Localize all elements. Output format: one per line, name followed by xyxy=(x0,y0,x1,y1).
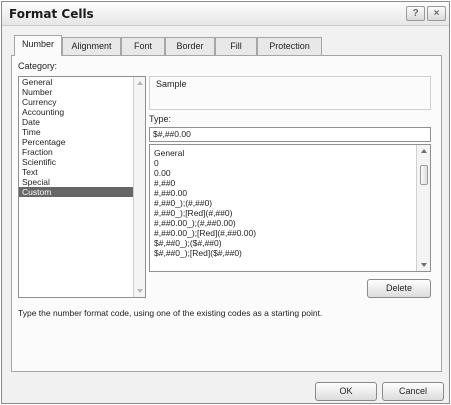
category-item-general[interactable]: General xyxy=(19,77,145,87)
help-icon: ? xyxy=(412,8,419,19)
type-label: Type: xyxy=(149,114,172,124)
category-item-date[interactable]: Date xyxy=(19,117,145,127)
scroll-up-icon[interactable] xyxy=(137,81,143,85)
help-button[interactable]: ? xyxy=(406,6,425,21)
format-cells-dialog: Format Cells ? × Number Alignment Font B… xyxy=(1,1,450,404)
category-item-scientific[interactable]: Scientific xyxy=(19,157,145,167)
scroll-thumb[interactable] xyxy=(420,165,428,185)
tab-font[interactable]: Font xyxy=(121,37,165,55)
type-item[interactable]: $#,##0_);($#,##0) xyxy=(150,238,430,248)
category-item-fraction[interactable]: Fraction xyxy=(19,147,145,157)
category-item-percentage[interactable]: Percentage xyxy=(19,137,145,147)
category-list[interactable]: General Number Currency Accounting Date … xyxy=(18,76,146,298)
close-button[interactable]: × xyxy=(427,6,446,21)
sample-label: Sample xyxy=(156,79,187,89)
type-item[interactable]: #,##0.00 xyxy=(150,188,430,198)
title-bar[interactable]: Format Cells ? × xyxy=(2,2,449,26)
category-item-text[interactable]: Text xyxy=(19,167,145,177)
sample-group: Sample xyxy=(149,76,431,110)
type-item[interactable]: #,##0_);[Red](#,##0) xyxy=(150,208,430,218)
cancel-button[interactable]: Cancel xyxy=(382,382,444,401)
tab-fill[interactable]: Fill xyxy=(215,37,257,55)
close-icon: × xyxy=(433,8,440,19)
type-item[interactable]: #,##0.00_);(#,##0.00) xyxy=(150,218,430,228)
type-item[interactable]: #,##0 xyxy=(150,178,430,188)
scroll-down-icon[interactable] xyxy=(137,289,143,293)
type-item[interactable]: #,##0_);(#,##0) xyxy=(150,198,430,208)
tab-border[interactable]: Border xyxy=(165,37,215,55)
delete-button[interactable]: Delete xyxy=(367,279,431,298)
category-item-number[interactable]: Number xyxy=(19,87,145,97)
category-label: Category: xyxy=(18,61,58,71)
number-tab-panel: Category: General Number Currency Accoun… xyxy=(11,55,442,372)
tab-protection[interactable]: Protection xyxy=(257,37,322,55)
scroll-down-icon[interactable] xyxy=(421,263,427,267)
type-scrollbar[interactable] xyxy=(416,145,430,271)
scroll-up-icon[interactable] xyxy=(421,149,427,153)
type-format-list[interactable]: General 0 0.00 #,##0 #,##0.00 #,##0_);(#… xyxy=(149,144,431,272)
dialog-title: Format Cells xyxy=(9,7,94,21)
type-item[interactable]: 0 xyxy=(150,158,430,168)
tab-number[interactable]: Number xyxy=(14,35,62,56)
category-item-time[interactable]: Time xyxy=(19,127,145,137)
type-input[interactable]: $#,##0.00 xyxy=(149,127,431,142)
category-item-accounting[interactable]: Accounting xyxy=(19,107,145,117)
type-item[interactable]: #,##0.00_);[Red](#,##0.00) xyxy=(150,228,430,238)
tab-alignment[interactable]: Alignment xyxy=(62,37,121,55)
category-scrollbar[interactable] xyxy=(133,77,145,297)
type-item[interactable]: General xyxy=(150,148,430,158)
category-item-custom[interactable]: Custom xyxy=(19,187,145,197)
ok-button[interactable]: OK xyxy=(315,382,377,401)
type-item[interactable]: 0.00 xyxy=(150,168,430,178)
type-item[interactable]: $#,##0_);[Red]($#,##0) xyxy=(150,248,430,258)
category-item-special[interactable]: Special xyxy=(19,177,145,187)
format-description: Type the number format code, using one o… xyxy=(18,308,323,318)
category-item-currency[interactable]: Currency xyxy=(19,97,145,107)
